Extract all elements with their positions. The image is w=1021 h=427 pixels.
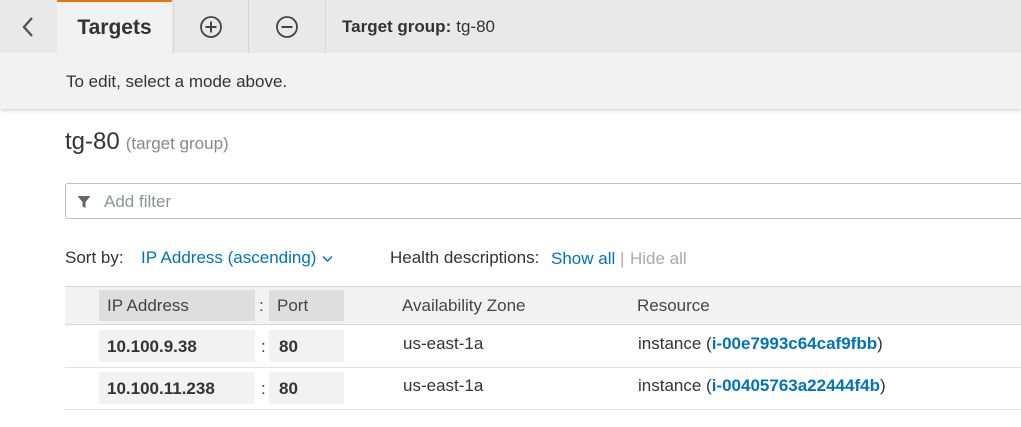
target-group-title: tg-80 bbox=[65, 128, 120, 155]
tab-targets[interactable]: Targets bbox=[57, 0, 172, 53]
target-group-label: Target group: bbox=[342, 16, 452, 36]
column-header-colon: : bbox=[259, 296, 264, 315]
availability-zone-cell: us-east-1a bbox=[403, 334, 484, 353]
resource-cell: instance (i-00e7993c64caf9fbb) bbox=[638, 334, 883, 354]
link-separator: | bbox=[620, 249, 625, 268]
port-cell: 80 bbox=[269, 372, 344, 404]
plus-circle-icon bbox=[199, 15, 222, 38]
tab-divider bbox=[325, 0, 326, 53]
minus-circle-icon bbox=[275, 15, 298, 38]
column-header-port[interactable]: Port bbox=[269, 290, 344, 321]
page-title: tg-80 (target group) bbox=[65, 128, 229, 156]
top-tab-bar: Targets Target group: tg-80 bbox=[0, 0, 1021, 53]
target-group-name: tg-80 bbox=[456, 16, 495, 36]
colon-separator: : bbox=[261, 337, 266, 356]
resource-prefix: instance ( bbox=[638, 376, 712, 395]
resource-suffix: ) bbox=[879, 376, 886, 395]
filter-input[interactable] bbox=[102, 190, 806, 214]
remove-mode-button[interactable] bbox=[248, 0, 324, 53]
resource-prefix: instance ( bbox=[638, 334, 712, 353]
column-header-availability-zone: Availability Zone bbox=[402, 296, 526, 315]
availability-zone-cell: us-east-1a bbox=[403, 376, 484, 395]
mode-hint-bar: To edit, select a mode above. bbox=[0, 53, 1021, 109]
sort-selected-value: IP Address (ascending) bbox=[141, 248, 317, 267]
filter-icon bbox=[77, 196, 91, 208]
instance-id-link[interactable]: i-00405763a22444f4b bbox=[712, 376, 880, 395]
sort-label: Sort by: bbox=[65, 248, 124, 267]
table-row: 10.100.9.38 : 80 us-east-1a instance (i-… bbox=[65, 326, 1021, 368]
resource-suffix: ) bbox=[877, 334, 883, 353]
mode-hint-text: To edit, select a mode above. bbox=[66, 72, 288, 91]
colon-separator: : bbox=[261, 379, 266, 398]
resource-cell: instance (i-00405763a22444f4b) bbox=[638, 376, 886, 396]
chevron-down-icon bbox=[322, 255, 333, 262]
ip-address-cell: 10.100.11.238 bbox=[99, 372, 255, 404]
port-cell: 80 bbox=[269, 330, 344, 362]
instance-id-link[interactable]: i-00e7993c64caf9fbb bbox=[712, 334, 877, 353]
page-subtitle: (target group) bbox=[125, 134, 229, 153]
filter-box[interactable] bbox=[65, 183, 1021, 219]
sort-dropdown[interactable]: IP Address (ascending) bbox=[141, 248, 333, 268]
column-header-resource: Resource bbox=[637, 296, 710, 315]
add-mode-button[interactable] bbox=[173, 0, 247, 53]
ip-address-cell: 10.100.9.38 bbox=[99, 330, 255, 362]
table-row: 10.100.11.238 : 80 us-east-1a instance (… bbox=[65, 368, 1021, 410]
target-group-breadcrumb: Target group: tg-80 bbox=[342, 0, 495, 53]
health-descriptions-label: Health descriptions: bbox=[390, 248, 540, 267]
chevron-left-icon bbox=[22, 16, 33, 37]
targets-table-header: IP Address : Port Availability Zone Reso… bbox=[65, 286, 1021, 325]
hide-all-link[interactable]: Hide all bbox=[630, 249, 687, 269]
back-button[interactable] bbox=[0, 0, 56, 53]
column-header-ip-address[interactable]: IP Address bbox=[99, 290, 255, 321]
show-all-link[interactable]: Show all bbox=[551, 249, 615, 269]
